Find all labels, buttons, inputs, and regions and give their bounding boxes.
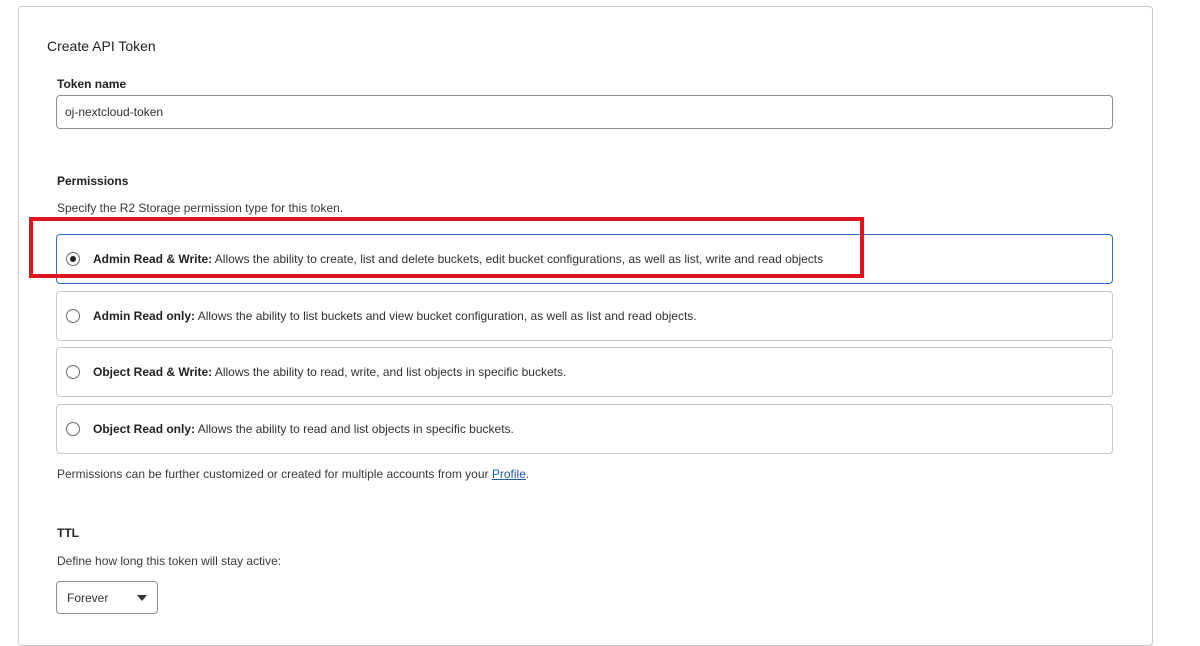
permission-option-object-read-only[interactable]: Object Read only: Allows the ability to … (56, 404, 1113, 454)
permission-option-admin-read-write[interactable]: Admin Read & Write: Allows the ability t… (56, 234, 1113, 284)
footnote-text: Permissions can be further customized or… (57, 467, 492, 481)
permissions-footnote: Permissions can be further customized or… (57, 467, 529, 481)
ttl-label: TTL (57, 526, 79, 540)
radio-unselected-icon[interactable] (66, 309, 80, 323)
token-name-label: Token name (57, 77, 127, 91)
radio-unselected-icon[interactable] (66, 365, 80, 379)
option-description: Allows the ability to read, write, and l… (212, 365, 567, 379)
option-title: Object Read & Write: (93, 365, 213, 379)
option-title: Admin Read & Write: (93, 252, 213, 266)
create-token-card: Create API Token Token name Permissions … (18, 6, 1153, 646)
option-description: Allows the ability to read and list obje… (195, 422, 514, 436)
option-title: Admin Read only: (93, 309, 196, 323)
profile-link[interactable]: Profile (492, 467, 526, 481)
option-description: Allows the ability to list buckets and v… (195, 309, 697, 323)
option-title: Object Read only: (93, 422, 196, 436)
caret-down-icon (137, 594, 147, 601)
permission-option-object-read-write[interactable]: Object Read & Write: Allows the ability … (56, 347, 1113, 397)
permissions-label: Permissions (57, 174, 129, 188)
option-description: Allows the ability to create, list and d… (212, 252, 824, 266)
permission-option-admin-read-only[interactable]: Admin Read only: Allows the ability to l… (56, 291, 1113, 341)
ttl-select[interactable]: Forever (56, 581, 158, 614)
ttl-selected-value: Forever (67, 590, 109, 605)
permissions-description: Specify the R2 Storage permission type f… (57, 201, 344, 215)
footnote-period: . (525, 467, 530, 481)
token-name-input[interactable] (56, 95, 1113, 129)
radio-selected-icon[interactable] (66, 252, 80, 266)
radio-unselected-icon[interactable] (66, 422, 80, 436)
ttl-description: Define how long this token will stay act… (57, 554, 282, 568)
card-title: Create API Token (47, 38, 156, 54)
